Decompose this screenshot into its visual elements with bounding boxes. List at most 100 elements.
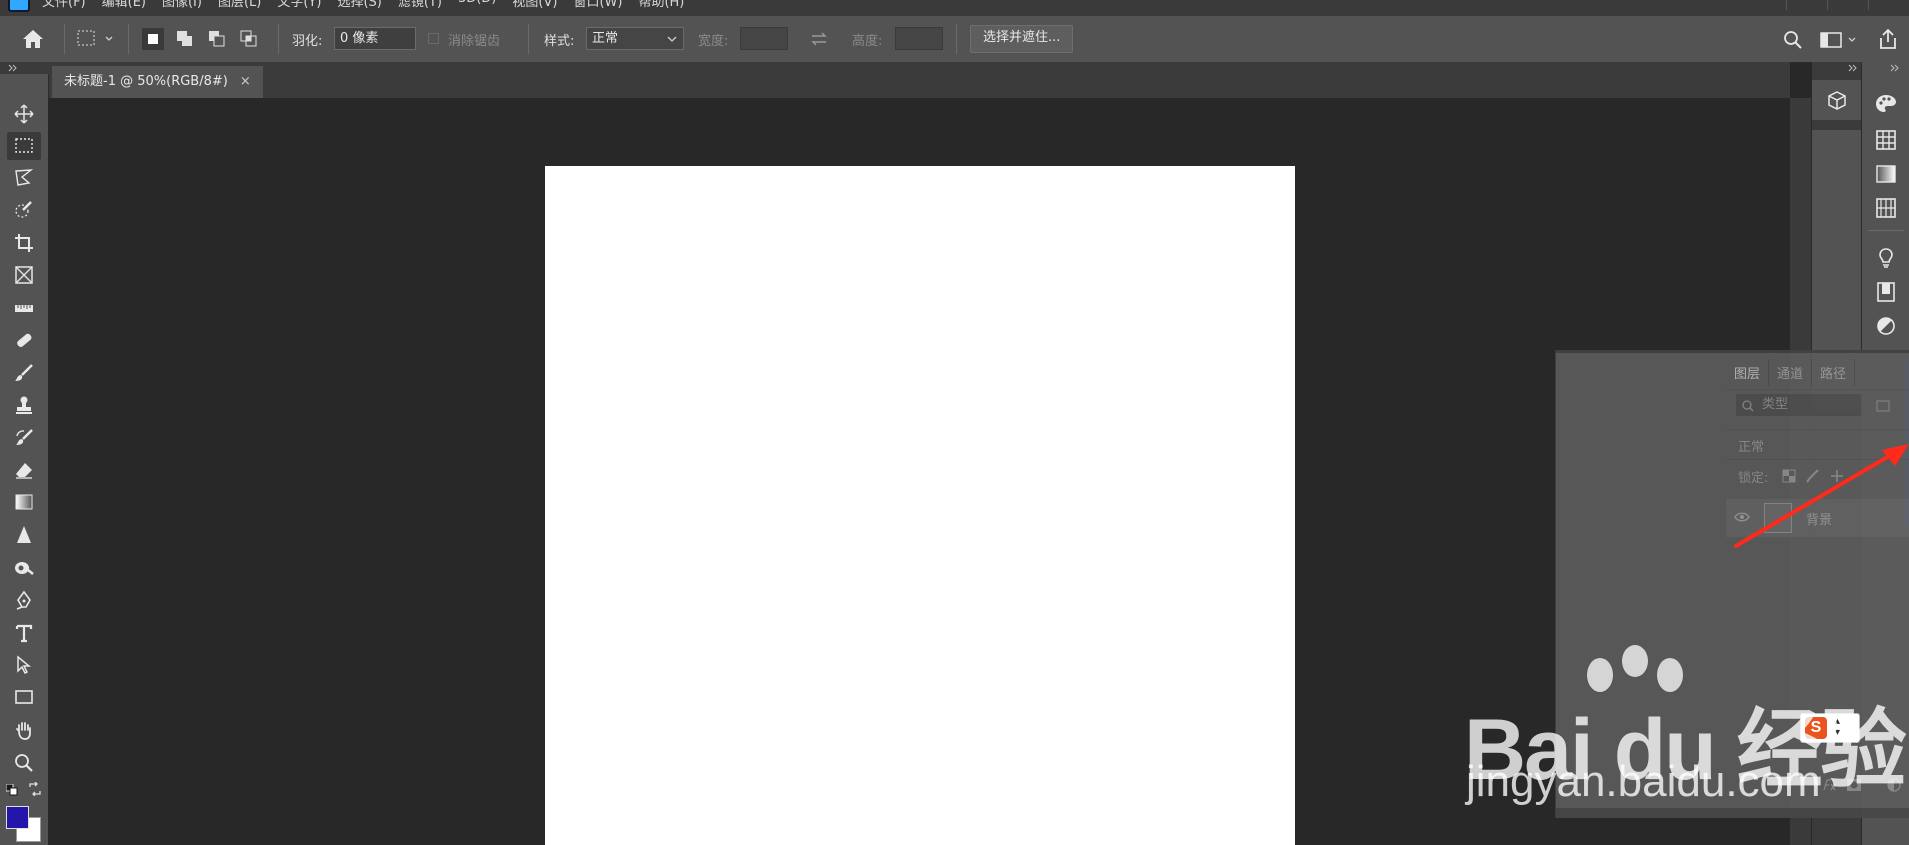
patterns-icon [1876, 198, 1896, 218]
options-bar: 羽化: 0 像素 消除锯齿 样式: 正常 宽度: 高度: 选择并遮住... [0, 16, 1909, 63]
document-tab[interactable]: 未标题-1 @ 50%(RGB/8#) × [52, 66, 263, 98]
tool-preset-picker[interactable] [76, 29, 116, 53]
color-panel-button[interactable] [1874, 92, 1898, 116]
double-chevron-icon[interactable] [1890, 64, 1900, 72]
close-window-button[interactable] [1868, 0, 1909, 10]
libraries-panel-button[interactable] [1874, 280, 1898, 304]
search-button[interactable] [1783, 30, 1803, 54]
layers-panel-resize-handle[interactable] [1556, 808, 1909, 818]
width-input[interactable] [740, 27, 788, 50]
menu-select[interactable]: 选择(S) [337, 0, 381, 10]
tools-panel [0, 74, 49, 845]
hand-icon [16, 722, 31, 740]
menu-type[interactable]: 文字(Y) [277, 0, 321, 10]
zoom-icon [15, 754, 33, 772]
home-button[interactable] [22, 29, 44, 53]
blur-tool[interactable] [7, 521, 41, 549]
menu-image[interactable]: 图像(I) [162, 0, 202, 10]
add-selection-button[interactable] [174, 28, 196, 50]
red-annotation-arrow [1734, 444, 1909, 548]
layer-filter-input[interactable]: 类型 [1736, 394, 1861, 416]
tab-layers[interactable]: 图层 [1726, 359, 1770, 386]
layer-filter-placeholder: 类型 [1762, 397, 1789, 412]
history-brush-tool[interactable] [7, 424, 41, 452]
antialias-checkbox[interactable] [428, 33, 439, 44]
adjustments-panel-button[interactable] [1874, 314, 1898, 338]
height-label: 高度: [852, 34, 883, 49]
subtract-selection-icon [209, 31, 225, 47]
crop-tool[interactable] [7, 229, 41, 257]
default-colors-icon [5, 783, 18, 796]
move-tool[interactable] [7, 100, 41, 128]
swatches-panel-button[interactable] [1874, 128, 1898, 152]
stamp-icon [16, 396, 32, 414]
gradient-tool[interactable] [7, 488, 41, 516]
zoom-tool[interactable] [7, 749, 41, 777]
toolbar-collapse-handle[interactable] [0, 62, 48, 74]
default-colors-button[interactable] [5, 783, 18, 800]
new-selection-button[interactable] [142, 28, 164, 50]
lightbulb-icon [1879, 248, 1893, 268]
menu-layer[interactable]: 图层(L) [218, 0, 261, 10]
hand-tool[interactable] [7, 716, 41, 744]
close-tab-icon[interactable]: × [240, 74, 251, 89]
patterns-panel-button[interactable] [1874, 196, 1898, 220]
double-chevron-icon[interactable] [1848, 64, 1858, 72]
minimize-button[interactable] [1786, 0, 1827, 10]
document-canvas[interactable] [545, 166, 1295, 845]
adjustments-icon [1877, 317, 1895, 335]
swap-width-height-button[interactable] [810, 31, 828, 51]
layer-filter-row: 类型 [1726, 389, 1909, 430]
pen-tool[interactable] [7, 586, 41, 614]
menu-edit[interactable]: 编辑(E) [102, 0, 146, 10]
workspace-switcher[interactable] [1820, 31, 1860, 53]
rectangle-icon [15, 690, 33, 704]
style-select-value: 正常 [592, 31, 619, 46]
marquee-tool[interactable] [7, 132, 41, 160]
menu-window[interactable]: 窗口(W) [573, 0, 622, 10]
subtract-selection-button[interactable] [206, 28, 228, 50]
window-controls [1786, 0, 1909, 10]
feather-label: 羽化: [292, 34, 323, 49]
menu-bar: 文件(F) 编辑(E) 图像(I) 图层(L) 文字(Y) 选择(S) 滤镜(T… [0, 0, 1909, 16]
3d-cube-icon [1828, 91, 1846, 110]
menu-file[interactable]: 文件(F) [42, 0, 86, 10]
width-label: 宽度: [698, 34, 729, 49]
feather-input[interactable]: 0 像素 [334, 27, 416, 50]
3d-panel-button[interactable] [1812, 80, 1862, 120]
height-input[interactable] [895, 27, 943, 50]
quick-selection-tool[interactable] [7, 196, 41, 224]
swap-colors-icon [29, 781, 41, 797]
tab-channels[interactable]: 通道 [1769, 359, 1813, 386]
share-button[interactable] [1878, 28, 1898, 54]
intersect-selection-button[interactable] [238, 28, 260, 50]
swap-colors-button[interactable] [28, 781, 42, 800]
tab-paths[interactable]: 路径 [1812, 359, 1856, 386]
antialias-label: 消除锯齿 [448, 34, 501, 49]
brush-tool[interactable] [7, 359, 41, 387]
clone-stamp-tool[interactable] [7, 391, 41, 419]
menu-help[interactable]: 帮助(H) [638, 0, 684, 10]
healing-brush-tool[interactable] [7, 326, 41, 354]
watermark-url: jingyan.baidu.com [1466, 757, 1821, 806]
image-filter-icon[interactable] [1876, 400, 1890, 412]
ruler-tool[interactable] [7, 294, 41, 322]
foreground-color-swatch[interactable] [6, 806, 29, 829]
select-and-mask-button[interactable]: 选择并遮住... [970, 25, 1074, 53]
menu-3d[interactable]: 3D(D) [458, 0, 496, 10]
learn-panel-button[interactable] [1874, 246, 1898, 270]
gradients-panel-button[interactable] [1874, 162, 1898, 186]
lasso-tool[interactable] [7, 164, 41, 192]
eraser-tool[interactable] [7, 456, 41, 484]
dodge-tool[interactable] [7, 554, 41, 582]
path-selection-tool[interactable] [7, 651, 41, 679]
maximize-button[interactable] [1827, 0, 1868, 10]
rectangle-tool[interactable] [7, 683, 41, 711]
frame-tool[interactable] [7, 261, 41, 289]
style-select[interactable]: 正常 [586, 27, 684, 50]
type-tool[interactable] [7, 619, 41, 647]
menu-filter[interactable]: 滤镜(T) [398, 0, 442, 10]
menu-list: 文件(F) 编辑(E) 图像(I) 图层(L) 文字(Y) 选择(S) 滤镜(T… [42, 0, 684, 10]
menu-view[interactable]: 视图(V) [512, 0, 557, 10]
intersect-selection-icon [240, 30, 257, 47]
